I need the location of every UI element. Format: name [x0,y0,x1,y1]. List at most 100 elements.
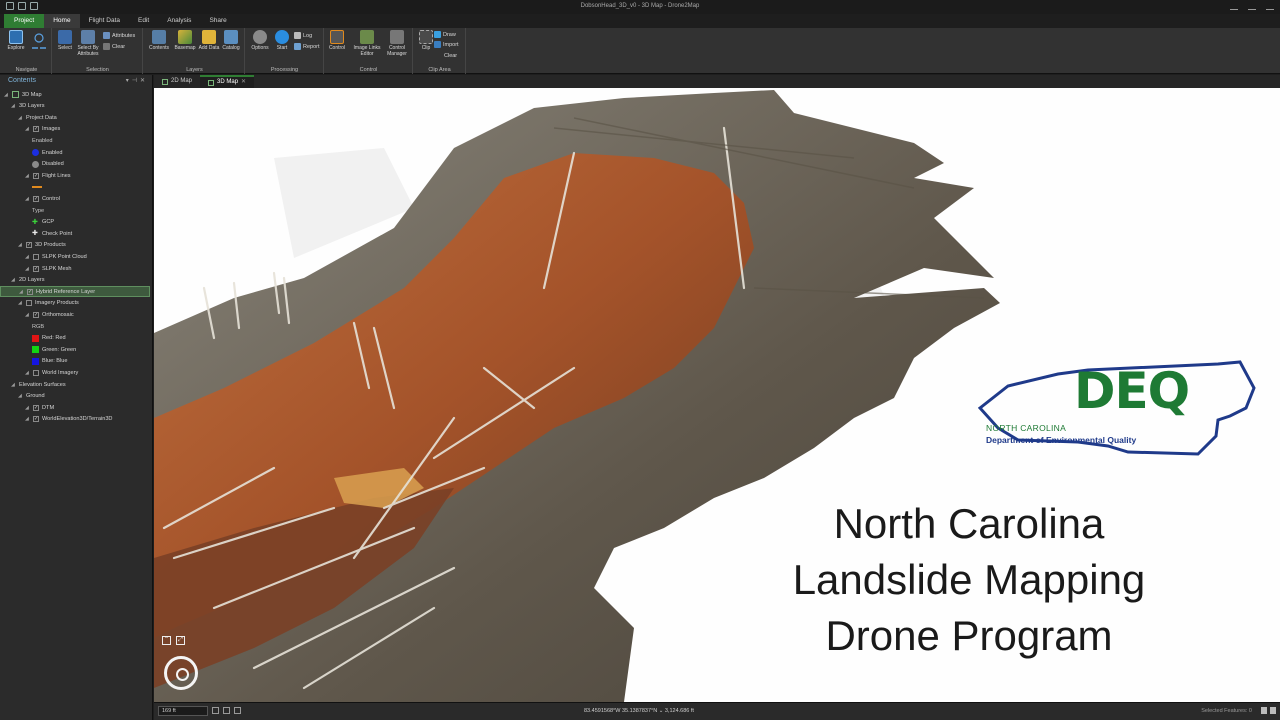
attributes-button[interactable]: Attributes [103,32,135,39]
layer-visibility-checkbox[interactable]: ✓ [33,265,39,272]
expand-icon[interactable]: ◢ [19,289,24,295]
layer-visibility-checkbox[interactable] [26,300,32,307]
control-button[interactable]: Control [325,30,349,52]
layer-visibility-checkbox[interactable]: ✓ [26,242,32,249]
layer-visibility-checkbox[interactable]: ✓ [33,311,39,318]
tab-3d-map[interactable]: 3D Map ✕ [200,75,255,88]
select-button[interactable]: Select [53,30,77,52]
options-button[interactable]: Options [248,30,272,52]
expand-icon[interactable]: ◢ [18,300,23,306]
tab-edit[interactable]: Edit [129,14,158,28]
tree-item[interactable]: ◢ ✓ WorldElevation3D/Terrain3D [0,414,112,425]
tree-item[interactable]: ◢ ✓ Hybrid Reference Layer [0,286,150,298]
tab-analysis[interactable]: Analysis [158,14,200,28]
maximize-icon[interactable] [1248,2,1256,10]
expand-icon[interactable]: ◢ [25,196,30,202]
layer-visibility-checkbox[interactable]: ✓ [33,416,39,423]
tree-item[interactable]: ◢ Imagery Products [0,298,79,309]
tree-item[interactable]: ✚ GCP [0,217,54,228]
tree-item[interactable]: ◢ World Imagery [0,367,78,378]
contents-button[interactable]: Contents [147,30,171,52]
expand-icon[interactable]: ◢ [11,382,16,388]
pane-controls[interactable]: ▾⊣✕ [126,77,148,84]
close-icon[interactable] [1266,2,1274,10]
tab-2d-map[interactable]: 2D Map [154,75,200,88]
layer-visibility-checkbox[interactable]: ✓ [33,126,39,133]
explore-button[interactable]: Explore [4,30,28,52]
clear-selection-button[interactable]: Clear [103,43,125,50]
pause-drawing-icon[interactable] [1261,707,1267,714]
layer-visibility-checkbox[interactable] [33,253,39,260]
map-view[interactable]: DEQ NORTH CAROLINA Department of Environ… [154,88,1280,702]
tab-flight-data[interactable]: Flight Data [80,14,129,28]
expand-icon[interactable]: ◢ [4,92,9,98]
layer-visibility-checkbox[interactable] [33,369,39,376]
tab-2d-map-label: 2D Map [171,78,193,84]
tree-item[interactable]: ◢ Ground [0,391,45,402]
scale-field[interactable]: 169 ft [158,706,208,716]
expand-icon[interactable]: ◢ [25,173,30,179]
tree-item[interactable]: ◢ ✓ Orthomosaic [0,309,74,320]
expand-icon[interactable]: ◢ [25,416,30,422]
tab-share[interactable]: Share [200,14,235,28]
tree-item[interactable]: ◢ Project Data [0,112,57,123]
tree-item[interactable]: ◢ ✓ Control [0,193,60,204]
select-by-attributes-button[interactable]: Select By Attributes [75,30,101,57]
control-manager-button[interactable]: Control Manager [383,30,411,57]
tree-item[interactable]: Blue: Blue [0,356,68,367]
full-extent-icon[interactable]: ⤢ [176,636,185,645]
tree-item[interactable]: ◢ SLPK Point Cloud [0,251,87,262]
clear-clip-button[interactable]: Clear [444,53,457,59]
refresh-icon[interactable] [1270,707,1276,714]
tree-item[interactable]: ◢ 3D Map [0,89,42,100]
tree-item[interactable]: ◢ ✓ Flight Lines [0,170,71,181]
import-button[interactable]: Import [434,41,459,48]
group-control: Control Image Links Editor Control Manag… [325,28,413,74]
tree-item[interactable]: ◢ ✓ Images [0,124,60,135]
draw-button[interactable]: Draw [434,31,456,38]
navigator-control[interactable] [164,656,198,690]
expand-icon[interactable]: ◢ [25,312,30,318]
tree-item[interactable]: Green: Green [0,344,76,355]
expand-icon[interactable]: ◢ [25,266,30,272]
layer-visibility-checkbox[interactable]: ✓ [33,172,39,179]
grid-icon[interactable] [212,707,219,714]
tree-item[interactable] [0,182,45,193]
tree-item[interactable]: Red: Red [0,333,66,344]
layer-visibility-checkbox[interactable]: ✓ [27,288,33,295]
expand-icon[interactable]: ◢ [18,115,23,121]
image-links-editor-button[interactable]: Image Links Editor [353,30,381,57]
add-data-button[interactable]: Add Data [197,30,221,52]
expand-icon[interactable]: ◢ [25,405,30,411]
tree-item[interactable]: ◢ Elevation Surfaces [0,379,66,390]
expand-icon[interactable]: ◢ [11,103,16,109]
basemap-button[interactable]: Basemap [173,30,197,52]
expand-icon[interactable]: ◢ [25,254,30,260]
tree-item[interactable]: ◢ ✓ 3D Products [0,240,66,251]
tree-item[interactable]: ◢ 2D Layers [0,275,45,286]
tab-project[interactable]: Project [4,14,45,28]
tree-item[interactable]: ◢ 3D Layers [0,101,45,112]
expand-icon[interactable]: ◢ [11,277,16,283]
minimize-icon[interactable] [1230,2,1238,10]
collapse-navigator-icon[interactable]: ⌃ [162,636,171,645]
expand-icon[interactable]: ◢ [25,370,30,376]
expand-icon[interactable]: ◢ [18,242,23,248]
expand-icon[interactable]: ◢ [18,393,23,399]
link-icon[interactable] [223,707,230,714]
tree-item[interactable]: Disabled [0,159,64,170]
tree-item[interactable]: ◢ ✓ DTM [0,402,54,413]
layer-visibility-checkbox[interactable]: ✓ [33,404,39,411]
tab-home[interactable]: Home [44,14,80,28]
report-button[interactable]: Report [294,43,320,50]
pause-icon[interactable] [234,707,241,714]
catalog-button[interactable]: Catalog [219,30,243,52]
tree-item[interactable]: ✚ Check Point [0,228,72,239]
tree-item[interactable]: ◢ ✓ SLPK Mesh [0,263,72,274]
nav-arrows[interactable] [30,32,48,52]
layer-visibility-checkbox[interactable]: ✓ [33,195,39,202]
log-button[interactable]: Log [294,32,312,39]
expand-icon[interactable]: ◢ [25,126,30,132]
start-button[interactable]: Start [270,30,294,52]
tree-item[interactable]: Enabled [0,147,63,158]
